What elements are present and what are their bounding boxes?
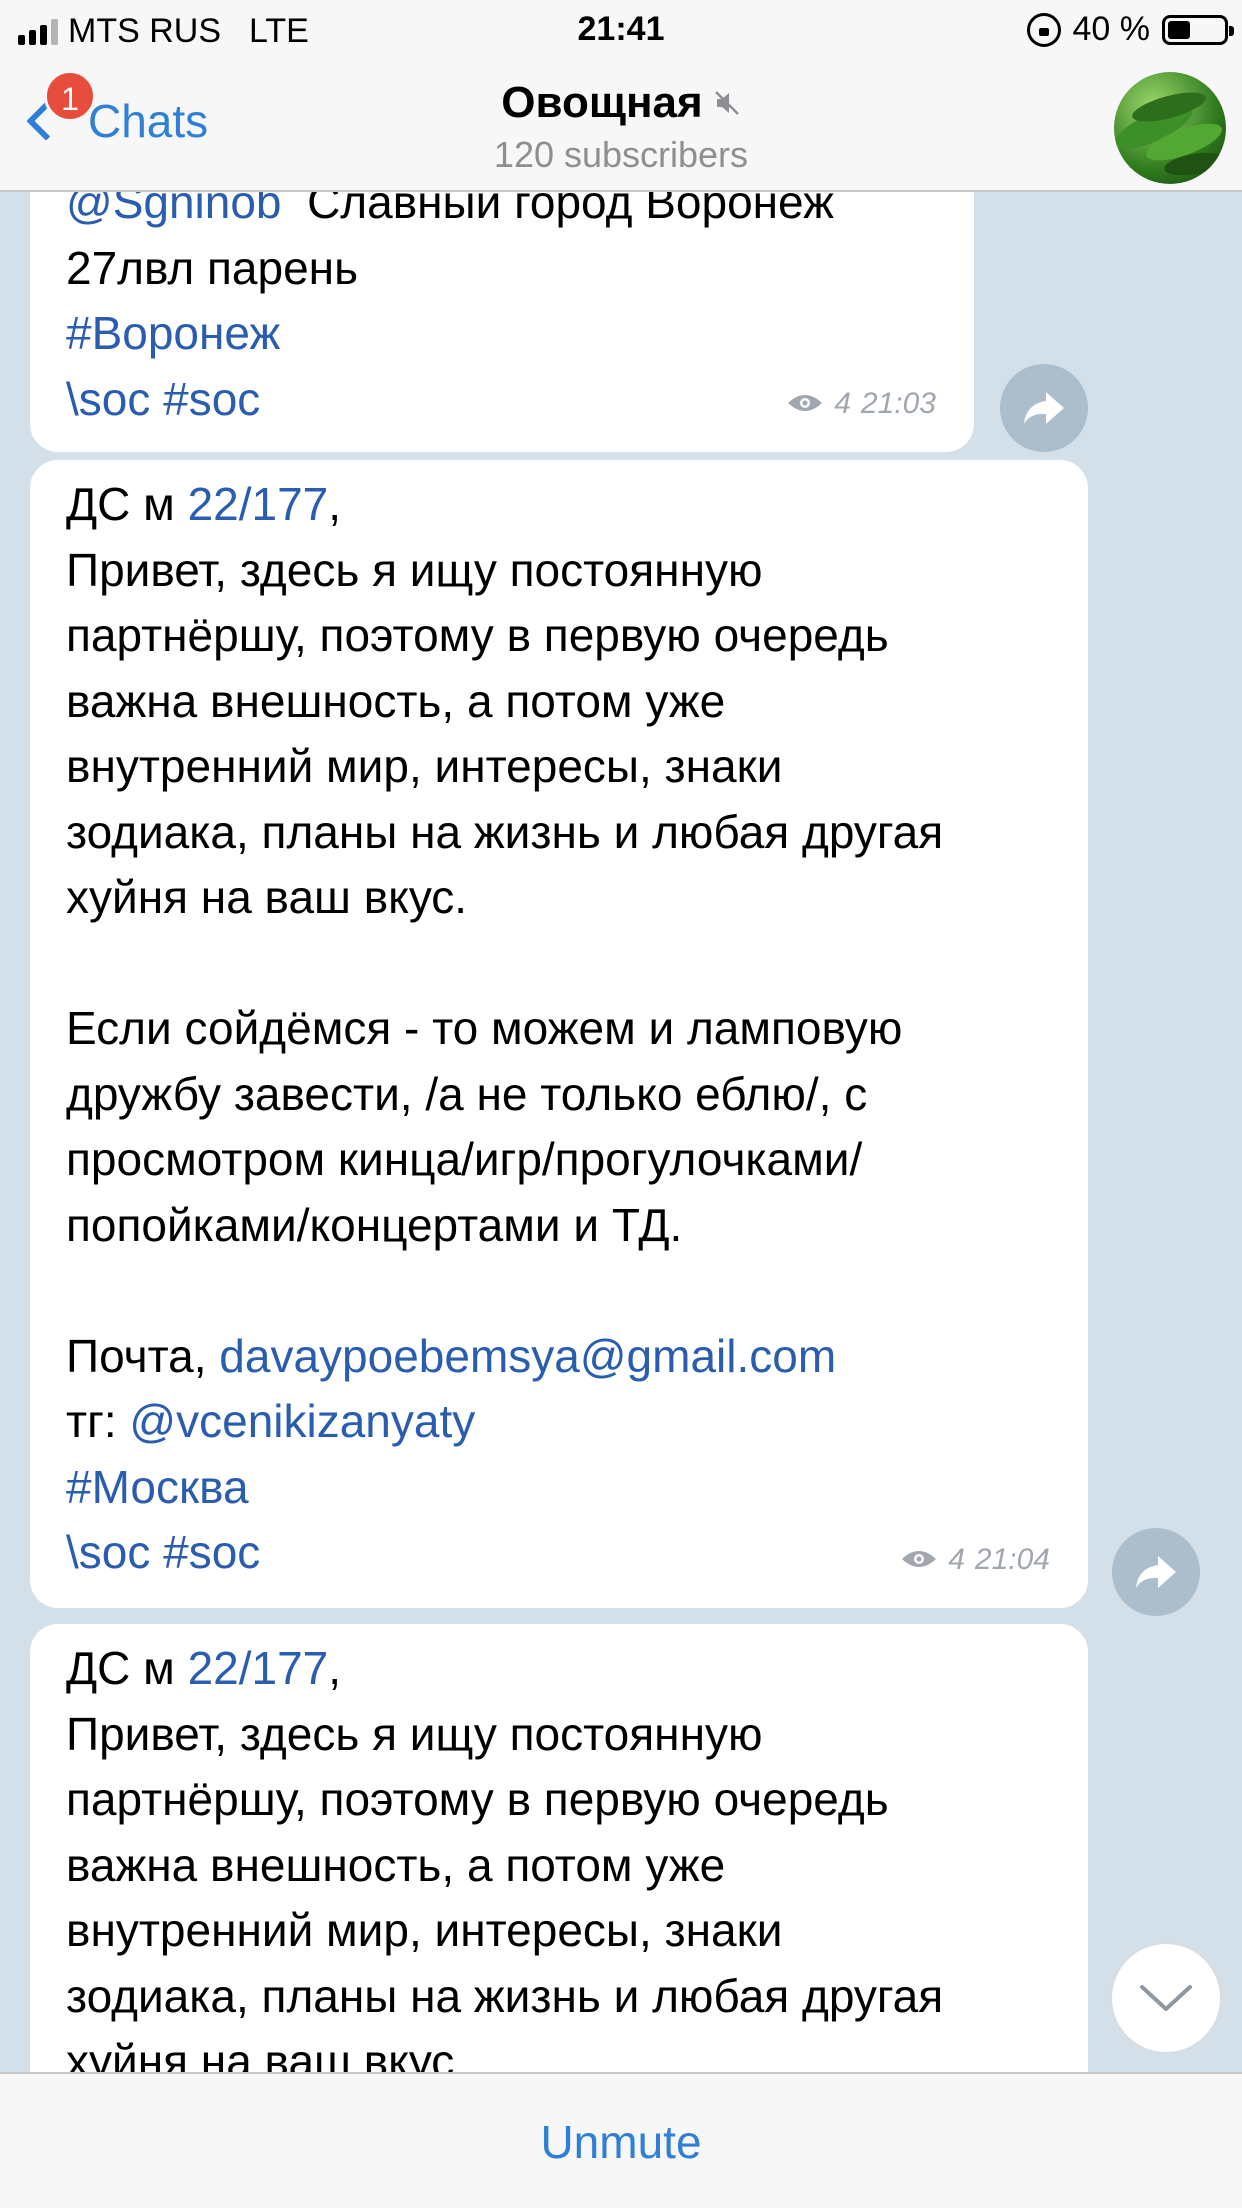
channel-header[interactable]: Овощная 120 subscribers (0, 78, 1242, 176)
cucumber-image-icon (1115, 92, 1224, 176)
message-line: зодиака, планы на жизнь и любая другая (66, 800, 1052, 866)
message-line (66, 931, 1052, 997)
chevron-down-icon (1140, 1985, 1192, 2011)
message-text-segment: ДС м (66, 478, 188, 530)
message-bubble[interactable]: @Sgninob Славный город Воронеж 27лвл паре… (30, 192, 974, 452)
message-text-segment: партнёршу, поэтому в первую очередь (66, 609, 889, 661)
channel-title-row: Овощная (501, 78, 740, 128)
message-text-segment: партнёршу, поэтому в первую очередь (66, 1773, 889, 1825)
message-link[interactable]: 22/177 (188, 478, 329, 530)
message-line: @Sgninob Славный город Воронеж (66, 192, 938, 236)
subscriber-count: 120 subscribers (493, 134, 749, 175)
message-line: Привет, здесь я ищу постоянную (66, 538, 1052, 604)
message-text-segment: , (328, 1642, 342, 1694)
message-line: внутренний мир, интересы, знаки (66, 1898, 1052, 1964)
message-text-segment: внутренний мир, интересы, знаки (66, 1904, 783, 1956)
message-link[interactable]: 22/177 (188, 1642, 329, 1694)
message-text: ДС м 22/177, Привет, здесь я ищу постоянн… (66, 472, 1052, 1586)
message-line: партнёршу, поэтому в первую очередь (66, 1767, 1052, 1833)
message-link[interactable]: @Sgninob (66, 192, 282, 228)
message-line: Привет, здесь я ищу постоянную (66, 1702, 1052, 1768)
message-link[interactable]: #Москва (66, 1461, 249, 1513)
message-link[interactable]: davaypoebemsya@gmail.com (219, 1330, 836, 1382)
message-text-segment: тг: (66, 1395, 130, 1447)
channel-title: Овощная (501, 78, 703, 127)
message-text-segment: ДС м (66, 1642, 188, 1694)
share-button[interactable] (1112, 1528, 1200, 1616)
message-list[interactable]: @Sgninob Славный город Воронеж 27лвл паре… (0, 192, 1242, 2072)
message-text-segment: хуйня на ваш вкус. (66, 871, 468, 923)
message-line: 27лвл парень (66, 236, 938, 302)
message-time: 21:04 (974, 1542, 1050, 1576)
share-arrow-icon (1136, 1556, 1176, 1588)
message-line: #Москва (66, 1455, 1052, 1521)
message-text-segment: важна внешность, а потом уже (66, 1838, 726, 1891)
message-line: ДС м 22/177, (66, 1636, 1052, 1702)
message-time: 21:03 (860, 386, 936, 420)
message-line (66, 1258, 1052, 1324)
eye-icon (788, 395, 823, 412)
share-button[interactable] (1000, 364, 1088, 452)
message-line: Почта, davaypoebemsya@gmail.com (66, 1324, 1052, 1390)
rotation-lock-icon (1026, 12, 1061, 47)
message-text-segment: Почта, (66, 1329, 220, 1382)
bottom-bar: Unmute (0, 2072, 1242, 2208)
message-link[interactable]: #Воронеж (66, 307, 280, 359)
message-meta: 4 21:03 (786, 371, 936, 437)
scroll-to-bottom-button[interactable] (1110, 1942, 1222, 2054)
battery-percent: 40 % (1072, 10, 1151, 48)
message-line: важна внешность, а потом уже (66, 669, 1052, 735)
message-line: ДС м 22/177, (66, 472, 1052, 538)
message-text-segment: Привет, здесь я ищу постоянную (66, 543, 763, 596)
view-count: 4 (834, 386, 851, 420)
battery-icon (1162, 14, 1234, 45)
message-line: хуйня на ваш вкус. (66, 2029, 1052, 2072)
message-link[interactable]: @vcenikizanyaty (129, 1395, 475, 1447)
message-line: зодиака, планы на жизнь и любая другая (66, 1964, 1052, 2030)
share-arrow-icon (1024, 392, 1064, 424)
message-text-segment: попойками/концертами и ТД. (66, 1198, 683, 1251)
eye-icon (902, 1551, 937, 1568)
message-line: хуйня на ваш вкус. (66, 865, 1052, 931)
message-text-segment: , (328, 478, 342, 530)
message-text-segment: зодиака, планы на жизнь и любая другая (66, 805, 944, 858)
message-line: дружбу завести, /а не только еблю/, с (66, 1062, 1052, 1128)
status-bar: MTS RUS LTE 21:41 40 % (0, 0, 1242, 62)
message-text-segment: просмотром кинца/игр/прогулочками/ (66, 1133, 863, 1185)
view-count: 4 (948, 1542, 965, 1576)
message-line: партнёршу, поэтому в первую очередь (66, 603, 1052, 669)
message-line: важна внешность, а потом уже (66, 1833, 1052, 1899)
message-text-segment: 27лвл парень (66, 241, 359, 294)
message-text-segment: дружбу завести, /а не только еблю/, с (66, 1067, 868, 1120)
message-meta: 4 21:04 (900, 1527, 1050, 1593)
message-text-segment: внутренний мир, интересы, знаки (66, 740, 783, 792)
navigation-bar: Chats 1 Овощная 120 subscribers (0, 62, 1242, 192)
message-bubble[interactable]: ДС м 22/177, Привет, здесь я ищу постоянн… (30, 460, 1088, 1608)
message-bubble[interactable]: ДС м 22/177, Привет, здесь я ищу постоянн… (30, 1624, 1088, 2072)
unmute-button[interactable]: Unmute (540, 2116, 701, 2168)
message-line: внутренний мир, интересы, знаки (66, 734, 1052, 800)
message-text-segment: важна внешность, а потом уже (66, 674, 726, 727)
channel-avatar[interactable] (1114, 72, 1226, 184)
message-link[interactable]: \soc #soc (66, 373, 260, 425)
mute-icon (714, 91, 739, 115)
message-text-segment: Славный город Воронеж (281, 192, 834, 228)
message-text-segment: Привет, здесь я ищу постоянную (66, 1707, 763, 1760)
message-text-segment: хуйня на ваш вкус. (66, 2035, 468, 2072)
message-line: тг: @vcenikizanyaty (66, 1389, 1052, 1455)
message-text: ДС м 22/177, Привет, здесь я ищу постоянн… (66, 1636, 1052, 2072)
message-text-segment: Если сойдёмся - то можем и ламповую (66, 1002, 903, 1054)
message-line: #Воронеж (66, 301, 938, 367)
message-text-segment: зодиака, планы на жизнь и любая другая (66, 1969, 944, 2022)
status-right: 40 % (1026, 10, 1234, 49)
message-line: просмотром кинца/игр/прогулочками/ (66, 1127, 1052, 1193)
message-link[interactable]: \soc #soc (66, 1526, 260, 1578)
message-line: попойками/концертами и ТД. (66, 1193, 1052, 1259)
message-line: Если сойдёмся - то можем и ламповую (66, 996, 1052, 1062)
